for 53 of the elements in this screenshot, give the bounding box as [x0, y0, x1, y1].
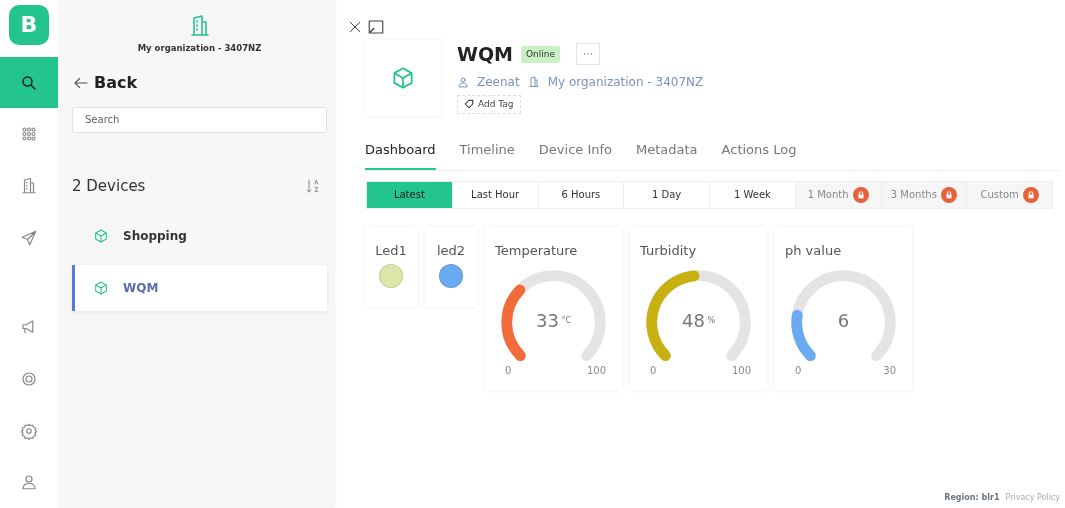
tab[interactable]: Device Info — [538, 140, 612, 170]
region-label: Region: blr1 — [944, 492, 1000, 504]
building-icon — [20, 176, 38, 195]
close-icon[interactable] — [347, 19, 363, 35]
time-range-button[interactable]: Custom — [966, 181, 1052, 208]
time-range-button[interactable]: 3 Months — [880, 181, 967, 208]
time-range-button[interactable]: 1 Month — [794, 181, 881, 208]
search-field[interactable]: Search — [72, 106, 327, 133]
grid-icon — [20, 125, 38, 144]
device-item[interactable]: Shopping — [72, 213, 327, 260]
gauge-min-label: 0 — [505, 363, 512, 378]
tab[interactable]: Timeline — [459, 140, 515, 170]
gauge-min-label: 0 — [795, 363, 802, 378]
time-range-button[interactable]: Latest — [366, 181, 452, 208]
widget-title: Led1 — [375, 241, 407, 260]
expand-icon[interactable] — [367, 18, 385, 36]
device-name: WQM — [457, 42, 514, 67]
cube-icon — [93, 228, 109, 245]
user-icon — [20, 473, 38, 492]
widget-title: Turbidity — [640, 241, 698, 260]
tab[interactable]: Actions Log — [721, 140, 797, 170]
add-tag-button[interactable]: Add Tag — [457, 94, 521, 114]
gauge-max-label: 30 — [883, 363, 896, 378]
device-item[interactable]: WQM — [72, 265, 327, 312]
widget-title: led2 — [436, 241, 466, 260]
sort-icon[interactable] — [305, 178, 321, 194]
paper-plane-icon — [20, 228, 38, 247]
building-icon — [527, 75, 540, 88]
organization-name: My organization - 3407NZ — [136, 42, 263, 55]
tag-icon — [464, 99, 474, 110]
cube-icon — [390, 65, 416, 91]
gauge-value: 33$^{°C}$ — [535, 309, 571, 331]
gauge-min-label: 0 — [650, 363, 657, 378]
search-button[interactable] — [0, 56, 58, 109]
tab[interactable]: Dashboard — [365, 140, 436, 170]
widget-title: Temperature — [495, 241, 579, 260]
gauge-max-label: 100 — [731, 363, 751, 378]
owner-name: Zeenat — [477, 73, 520, 91]
settings-icon — [20, 421, 38, 440]
widget-title: ph value — [785, 241, 843, 260]
back-button[interactable]: Back — [72, 70, 138, 95]
device-count: 2 Devices — [72, 175, 146, 197]
gauge-max-label: 100 — [586, 363, 606, 378]
user-icon — [457, 75, 469, 88]
gauge-value: 48$^{%}$ — [681, 309, 716, 331]
lifebuoy-icon — [20, 369, 38, 388]
gauge-value: 6 — [837, 309, 850, 331]
organization-link[interactable]: My organization - 3407NZ — [547, 72, 704, 91]
search-icon — [20, 73, 38, 92]
cube-icon — [93, 280, 109, 297]
tab[interactable]: Metadata — [636, 140, 698, 170]
status-badge: Online — [521, 45, 561, 63]
more-button[interactable] — [576, 43, 601, 66]
